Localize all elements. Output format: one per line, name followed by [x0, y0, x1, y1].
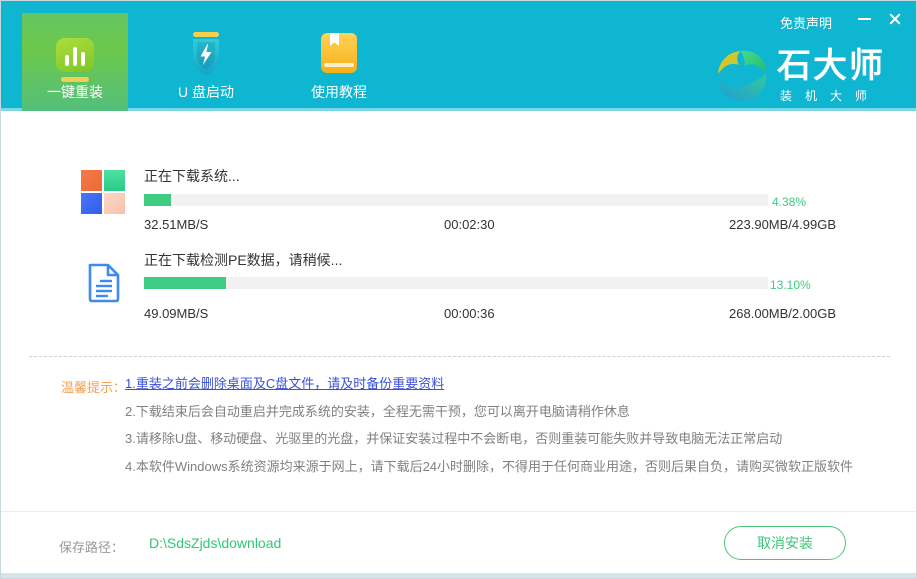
logo-text: 石大师 装机大师	[777, 47, 885, 104]
tab-tutorial[interactable]: 使用教程	[284, 13, 394, 111]
cancel-install-button[interactable]: 取消安装	[724, 526, 846, 560]
system-download-speed: 32.51MB/S	[144, 217, 208, 232]
tab-usb-boot[interactable]: U 盘启动	[151, 13, 261, 111]
system-download-size: 223.90MB/4.99GB	[729, 217, 836, 232]
save-path-value: D:\SdsZjds\download	[149, 535, 281, 551]
close-button[interactable]	[883, 9, 907, 29]
system-progress-fill	[144, 194, 171, 206]
app-window: 一键重装 U 盘启动	[0, 0, 917, 579]
pe-progress-percent: 13.10%	[770, 278, 811, 292]
download-pe-title: 正在下载检测PE数据，请稍候...	[144, 250, 342, 270]
minus-icon	[858, 18, 871, 20]
system-progress-percent: 4.38%	[772, 195, 806, 209]
pe-download-speed: 49.09MB/S	[144, 306, 208, 321]
app-logo: 石大师 装机大师	[715, 47, 885, 104]
logo-title: 石大师	[777, 47, 885, 85]
document-icon	[86, 262, 122, 304]
pe-progress-bar	[144, 277, 768, 289]
window-bottom-edge	[1, 573, 916, 578]
tip-item-2: 2.下载结束后会自动重启并完成系统的安装，全程无需干预，您可以离开电脑请稍作休息	[125, 398, 853, 426]
download-system-title: 正在下载系统...	[144, 166, 240, 186]
tips-label: 温馨提示：	[61, 377, 126, 396]
tab-label: U 盘启动	[151, 82, 261, 102]
pe-download-size: 268.00MB/2.00GB	[729, 306, 836, 321]
system-time-remaining: 00:02:30	[444, 217, 495, 232]
minimize-button[interactable]	[852, 9, 876, 29]
disclaimer-link[interactable]: 免责声明	[780, 13, 832, 32]
swirl-logo-icon	[715, 47, 769, 103]
dashed-divider	[29, 356, 890, 357]
footer-divider	[1, 511, 916, 512]
shield-lightning-icon	[189, 32, 223, 76]
tab-one-key-reinstall[interactable]: 一键重装	[22, 13, 128, 111]
bar-chart-icon	[56, 38, 94, 72]
logo-subtitle: 装机大师	[780, 87, 885, 104]
pe-progress-fill	[144, 277, 226, 289]
system-progress-bar	[144, 194, 768, 206]
tab-label: 一键重装	[22, 82, 128, 102]
save-path-label: 保存路径：	[59, 537, 124, 556]
tip-item-3: 3.请移除U盘、移动硬盘、光驱里的光盘，并保证安装过程中不会断电，否则重装可能失…	[125, 425, 853, 453]
tip-item-4: 4.本软件Windows系统资源均来源于网上，请下载后24小时删除，不得用于任何…	[125, 453, 853, 481]
tips-list: 1.重装之前会删除桌面及C盘文件，请及时备份重要资料 2.下载结束后会自动重启并…	[125, 370, 853, 480]
pe-time-remaining: 00:00:36	[444, 306, 495, 321]
tab-label: 使用教程	[284, 82, 394, 102]
header: 一键重装 U 盘启动	[1, 1, 916, 111]
book-icon	[320, 32, 358, 74]
tip-item-1: 1.重装之前会删除桌面及C盘文件，请及时备份重要资料	[125, 370, 853, 398]
windows-squares-icon	[81, 170, 125, 214]
